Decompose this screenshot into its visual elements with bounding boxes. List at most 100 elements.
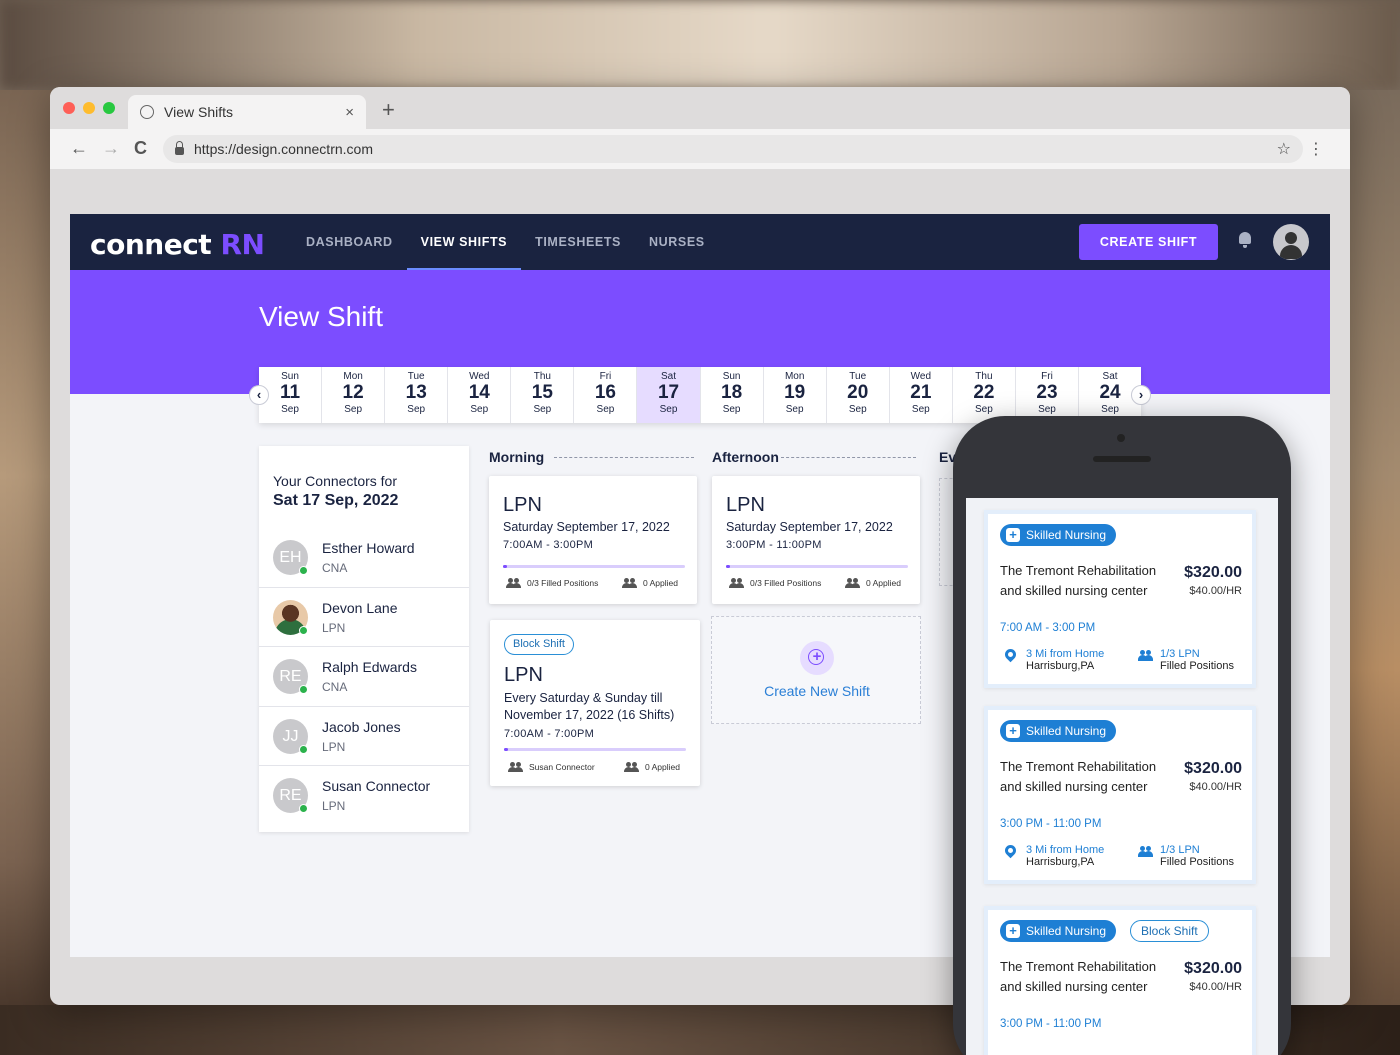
mobile-screen: Skilled Nursing The Tremont Rehabilitatio…	[966, 498, 1278, 1055]
shift-role: LPN	[504, 664, 543, 686]
nav-item-view-shifts[interactable]: VIEW SHIFTS	[406, 214, 522, 270]
lock-icon	[175, 141, 184, 155]
location-pin-icon	[1002, 646, 1019, 663]
shift-time: 7:00AM - 3:00PM	[503, 539, 594, 551]
calendar-day[interactable]: Sat 17 Sep	[637, 367, 701, 423]
city-text: Harrisburg,PA	[1026, 856, 1095, 868]
calendar-day[interactable]: Wed 14 Sep	[448, 367, 512, 423]
positions-count: 1/3 LPN	[1160, 844, 1200, 856]
calendar-day[interactable]: Fri 16 Sep	[574, 367, 638, 423]
url-field[interactable]: https://design.connectrn.com ☆	[163, 135, 1303, 163]
nav-item-dashboard[interactable]: DASHBOARD	[292, 214, 407, 270]
new-tab-button[interactable]: +	[382, 99, 395, 121]
close-window-button[interactable]	[63, 102, 75, 114]
shift-card-morning[interactable]: LPN Saturday September 17, 2022 7:00AM -…	[489, 476, 697, 604]
phone-speaker	[1093, 456, 1151, 462]
shift-recurrence-end: November 17, 2022 (16 Shifts)	[504, 708, 675, 722]
calendar-prev-button[interactable]: ‹	[249, 385, 269, 405]
create-new-shift-link[interactable]: Create New Shift	[712, 683, 922, 699]
nav-item-timesheets[interactable]: TIMESHEETS	[521, 214, 635, 270]
close-tab-icon[interactable]: ×	[345, 104, 354, 121]
calendar-day[interactable]: Thu 15 Sep	[511, 367, 575, 423]
people-icon	[624, 762, 640, 772]
connector-role: LPN	[322, 739, 346, 754]
day-of-week: Wed	[469, 371, 490, 382]
calendar-day[interactable]: Mon 19 Sep	[764, 367, 827, 423]
connector-item[interactable]: RE Susan Connector LPN	[259, 766, 469, 826]
calendar-day[interactable]: Wed 21 Sep	[890, 367, 953, 423]
browser-tab[interactable]: View Shifts ×	[128, 95, 366, 129]
people-icon	[506, 578, 522, 588]
day-number: 22	[973, 382, 995, 403]
calendar-next-button[interactable]: ›	[1131, 385, 1151, 405]
connector-role: CNA	[322, 561, 348, 575]
online-status-dot	[299, 804, 308, 814]
browser-menu-icon[interactable]: ⋮	[1308, 139, 1324, 159]
day-month: Sep	[975, 404, 993, 415]
shift-time: 3:00 PM - 11:00 PM	[1000, 818, 1102, 830]
user-avatar[interactable]	[1273, 224, 1309, 260]
bell-icon[interactable]	[1238, 232, 1252, 248]
mobile-shift-card[interactable]: Skilled Nursing Block Shift The Tremont Re…	[984, 906, 1256, 1055]
fill-progress-bar	[503, 565, 685, 568]
day-month: Sep	[911, 404, 930, 415]
assigned-connector: Susan Connector	[508, 762, 595, 772]
connectrn-logo[interactable]: connect RN	[90, 228, 265, 261]
filled-positions: 0/3 Filled Positions	[506, 578, 598, 588]
day-of-week: Mon	[784, 371, 805, 382]
calendar-day[interactable]: Tue 20 Sep	[827, 367, 890, 423]
skilled-nursing-badge: Skilled Nursing	[1000, 524, 1117, 546]
day-number: 13	[405, 382, 427, 403]
globe-icon	[140, 105, 154, 119]
nav-item-nurses[interactable]: NURSES	[635, 214, 719, 270]
connector-name: Jacob Jones	[322, 718, 401, 735]
distance-text: 3 Mi from Home	[1026, 844, 1105, 856]
day-of-week: Fri	[599, 371, 612, 382]
afternoon-label: Afternoon	[712, 449, 779, 465]
applied-count: 0 Applied	[622, 578, 678, 588]
day-number: 18	[721, 382, 743, 403]
online-status-dot	[299, 625, 308, 635]
shift-date: Saturday September 17, 2022	[726, 520, 893, 534]
calendar-day[interactable]: Fri 23 Sep	[1016, 367, 1080, 423]
calendar-day[interactable]: Tue 13 Sep	[385, 367, 449, 423]
add-circle-icon[interactable]	[800, 641, 834, 675]
connector-item[interactable]: EH Esther Howard CNA	[259, 528, 469, 588]
forward-icon[interactable]: →	[102, 138, 120, 159]
online-status-dot	[299, 744, 308, 754]
shift-card-afternoon[interactable]: LPN Saturday September 17, 2022 3:00PM -…	[712, 476, 920, 604]
connector-item[interactable]: RE Ralph Edwards CNA	[259, 647, 469, 707]
calendar-day[interactable]: Sun 18 Sep	[701, 367, 764, 423]
facility-name: The Tremont Rehabilitation and skilled n…	[1000, 563, 1157, 598]
day-number: 17	[657, 382, 680, 403]
fill-progress-bar	[726, 565, 908, 568]
bookmark-star-icon[interactable]: ☆	[1277, 139, 1291, 159]
shift-price: $320.00	[1184, 564, 1242, 581]
day-of-week: Sat	[661, 371, 677, 382]
connector-item[interactable]: Devon Lane LPN	[259, 588, 469, 648]
mobile-shift-card[interactable]: Skilled Nursing The Tremont Rehabilitatio…	[984, 706, 1256, 884]
applied-text: 0 Applied	[866, 578, 901, 588]
day-of-week: Sun	[722, 371, 741, 382]
shift-time: 7:00 AM - 3:00 PM	[1000, 622, 1096, 634]
minimize-window-button[interactable]	[83, 102, 95, 114]
date-strip: Sun 11 Sep Mon 12 Sep Tue 13 Sep Wed 14 Sep Thu 15 Sep…	[259, 367, 1141, 423]
mobile-shift-card[interactable]: Skilled Nursing The Tremont Rehabilitatio…	[984, 510, 1256, 688]
fill-progress-bar	[504, 748, 686, 751]
back-icon[interactable]: ←	[70, 138, 88, 159]
reload-icon[interactable]: C	[134, 138, 147, 159]
calendar-day[interactable]: Thu 22 Sep	[953, 367, 1016, 423]
calendar-day[interactable]: Mon 12 Sep	[322, 367, 386, 423]
maximize-window-button[interactable]	[103, 102, 115, 114]
connector-name: Ralph Edwards	[322, 659, 417, 676]
location-pin-icon	[1002, 842, 1019, 859]
morning-header: Morning	[489, 449, 695, 465]
create-new-shift-card[interactable]: Create New Shift	[711, 616, 921, 724]
create-shift-button[interactable]: CREATE SHIFT	[1079, 224, 1218, 260]
applied-count: 0 Applied	[624, 762, 680, 772]
shift-card-block[interactable]: Block Shift LPN Every Saturday & Sunday …	[490, 620, 700, 786]
top-navigation: connect RN DASHBOARD VIEW SHIFTS TIMESHEET…	[70, 214, 1330, 270]
facility-name: The Tremont Rehabilitation and skilled n…	[1000, 759, 1157, 794]
connector-item[interactable]: JJ Jacob Jones LPN	[259, 707, 469, 767]
day-month: Sep	[785, 404, 804, 415]
